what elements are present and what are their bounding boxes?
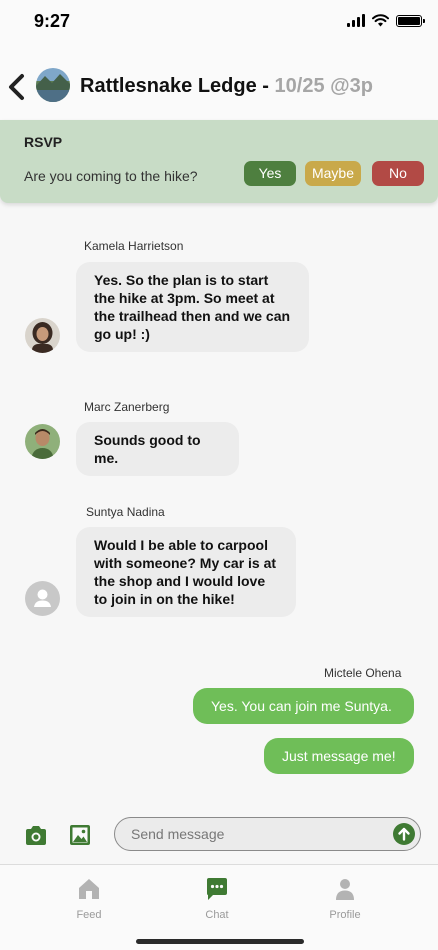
avatar[interactable] <box>25 318 60 353</box>
message-composer <box>0 812 438 864</box>
person-placeholder-icon <box>34 589 51 607</box>
chat-header: Rattlesnake Ledge - 10/25 @3p <box>0 46 438 120</box>
rsvp-no-button[interactable]: No <box>372 161 424 186</box>
message-sender: Marc Zanerberg <box>84 400 170 414</box>
tab-chat[interactable]: Chat <box>177 877 257 921</box>
battery-icon <box>396 14 425 27</box>
back-arrow-icon[interactable] <box>6 72 28 102</box>
wifi-icon <box>372 14 389 27</box>
arrow-up-icon <box>398 827 410 841</box>
tab-feed[interactable]: Feed <box>49 877 129 921</box>
rsvp-panel: RSVP Are you coming to the hike? Yes May… <box>0 120 438 203</box>
message-sender: Kamela Harrietson <box>84 239 184 253</box>
send-button[interactable] <box>393 823 415 845</box>
cellular-signal-icon <box>347 14 365 27</box>
message-sender: Mictele Ohena <box>324 666 402 680</box>
tab-label: Chat <box>205 909 229 921</box>
event-name: Rattlesnake Ledge - <box>80 75 275 97</box>
status-time: 9:27 <box>34 11 71 31</box>
event-time: 10/25 @3p <box>274 75 373 97</box>
tab-profile[interactable]: Profile <box>305 877 385 921</box>
my-message-bubble: Just message me! <box>264 738 414 774</box>
camera-icon[interactable] <box>24 825 48 847</box>
tab-label: Feed <box>76 909 102 921</box>
rsvp-yes-button[interactable]: Yes <box>244 161 296 186</box>
rsvp-label: RSVP <box>24 134 63 150</box>
status-icons <box>347 14 425 27</box>
message-sender: Suntya Nadina <box>86 505 165 519</box>
message-bubble: Yes. So the plan is to start the hike at… <box>76 262 309 352</box>
avatar[interactable] <box>25 424 60 459</box>
status-bar: 9:27 <box>0 0 438 46</box>
image-icon[interactable] <box>69 824 91 846</box>
home-indicator <box>136 939 304 944</box>
avatar[interactable] <box>25 581 60 616</box>
rsvp-maybe-button[interactable]: Maybe <box>305 161 361 186</box>
chat-icon <box>207 878 227 900</box>
my-message-bubble: Yes. You can join me Suntya. <box>193 688 414 724</box>
message-input[interactable] <box>114 817 421 851</box>
tab-bar: Feed Chat Profile <box>0 864 438 950</box>
chat-title: Rattlesnake Ledge - 10/25 @3p <box>80 75 373 98</box>
group-avatar[interactable] <box>36 68 70 102</box>
tab-label: Profile <box>329 909 361 921</box>
rsvp-question: Are you coming to the hike? <box>24 168 198 184</box>
home-icon <box>79 879 99 899</box>
person-icon <box>336 879 354 900</box>
message-bubble: Would I be able to carpool with someone?… <box>76 527 296 617</box>
message-bubble: Sounds good to me. <box>76 422 239 476</box>
